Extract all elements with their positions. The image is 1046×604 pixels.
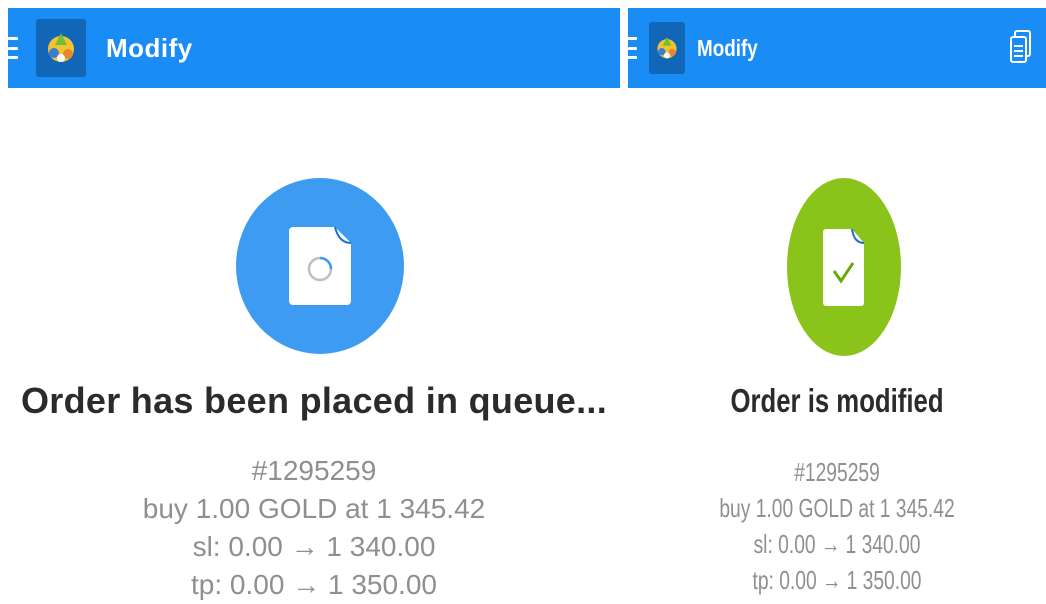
- stop-loss-change: sl: 0.00 → 1 340.00: [753, 529, 921, 559]
- take-profit-change: tp: 0.00 → 1 350.00: [191, 569, 437, 600]
- hamburger-icon[interactable]: [8, 37, 18, 59]
- document-check-icon: [823, 228, 865, 306]
- order-details: #1295259 buy 1.00 GOLD at 1 345.42 sl: 0…: [0, 452, 628, 604]
- status-circle: [236, 178, 404, 354]
- metatrader-logo: [36, 19, 86, 77]
- page-title: Modify: [106, 32, 193, 63]
- page-title: Modify: [697, 34, 758, 61]
- take-profit-change: tp: 0.00 → 1 350.00: [752, 565, 922, 595]
- top-app-bar: Modify: [8, 8, 620, 88]
- right-screen: Modify Order is modified #1295259 buy 1.…: [628, 0, 1046, 604]
- order-ticket: #1295259: [794, 457, 880, 487]
- left-screen: Modify Order has been placed in queue...…: [0, 0, 628, 604]
- order-summary: buy 1.00 GOLD at 1 345.42: [719, 493, 955, 523]
- document-list-icon[interactable]: [1010, 30, 1032, 64]
- hamburger-icon[interactable]: [628, 37, 637, 59]
- pending-document-icon: [289, 226, 352, 305]
- status-headline: Order is modified: [730, 382, 944, 419]
- order-ticket: #1295259: [251, 455, 377, 486]
- order-summary: buy 1.00 GOLD at 1 345.42: [142, 493, 486, 524]
- top-app-bar: Modify: [628, 8, 1046, 88]
- stop-loss-change: sl: 0.00 → 1 340.00: [192, 531, 436, 562]
- order-details: #1295259 buy 1.00 GOLD at 1 345.42 sl: 0…: [682, 454, 991, 598]
- status-circle: [787, 178, 901, 356]
- screenshot-root: Modify Order has been placed in queue...…: [0, 0, 1046, 604]
- metatrader-logo: [649, 22, 685, 74]
- status-headline: Order has been placed in queue...: [20, 380, 608, 421]
